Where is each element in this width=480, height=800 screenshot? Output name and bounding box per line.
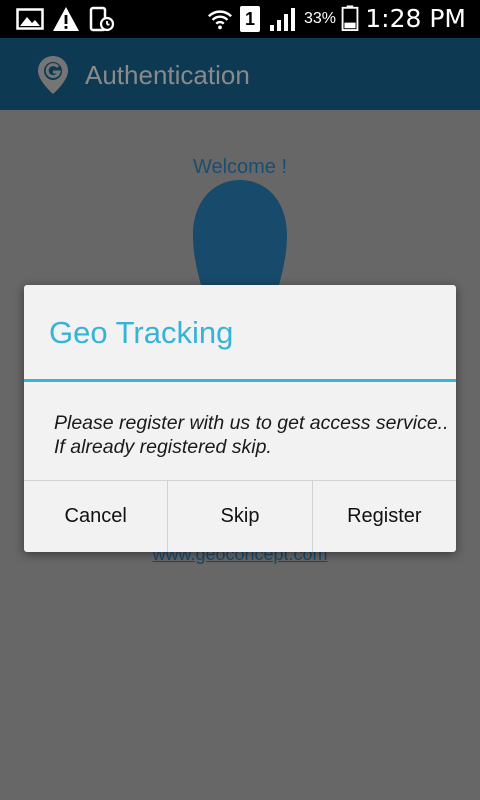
welcome-text: Welcome ! (192, 156, 288, 178)
app-bar: Authentication (0, 38, 480, 110)
page-title: Authentication (85, 60, 250, 90)
dialog-message-line1: Please register with us to get access se… (54, 412, 449, 434)
wifi-icon (208, 10, 232, 30)
geo-logo-icon (38, 56, 68, 94)
dialog-divider (24, 379, 456, 382)
battery-icon (341, 5, 359, 31)
image-icon (16, 8, 44, 30)
dialog-message-line2: If already registered skip. (54, 436, 272, 458)
signal-icon (270, 8, 295, 31)
status-bar: 1 33% 1:28 PM (0, 0, 480, 38)
register-button[interactable]: Register (313, 481, 456, 552)
dialog-button-bar: Cancel Skip Register (24, 480, 456, 552)
dialog-title: Geo Tracking (49, 315, 234, 350)
battery-percent: 33% (304, 10, 337, 27)
dialog-message: Please register with us to get access se… (54, 411, 452, 459)
clock: 1:28 PM (365, 4, 466, 33)
sim-number: 1 (244, 8, 255, 29)
sim-icon: 1 (240, 6, 260, 32)
register-dialog: Geo Tracking Please register with us to … (24, 285, 456, 552)
usage-icon (89, 6, 115, 32)
cancel-button[interactable]: Cancel (24, 481, 169, 552)
skip-button[interactable]: Skip (168, 481, 313, 552)
warning-icon (53, 7, 79, 31)
